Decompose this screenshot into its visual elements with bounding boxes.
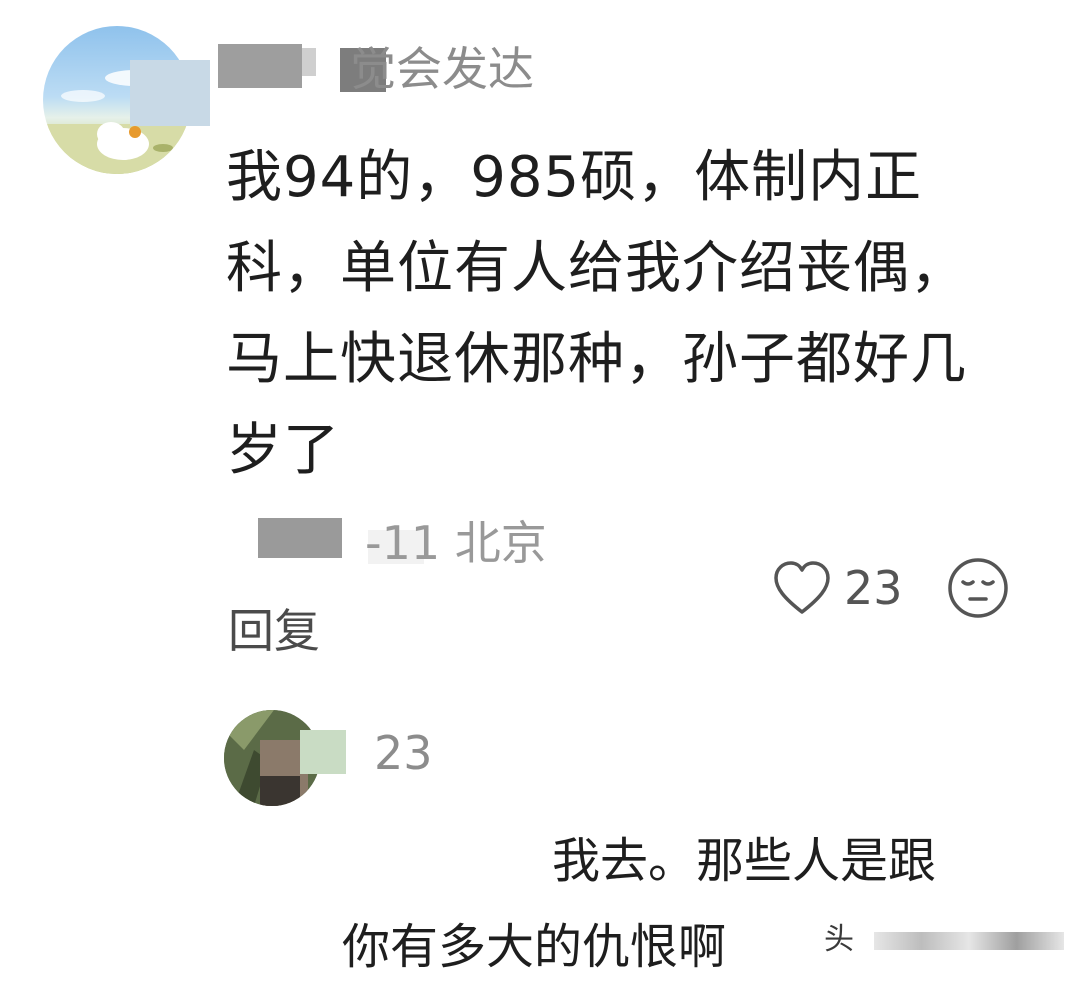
reply-line: 你有多大的仇恨啊	[342, 919, 727, 975]
sleepy-face-icon	[948, 558, 1008, 618]
censor-block	[130, 60, 210, 126]
comment-thread: 觉会发达 我94的，985硕，体制内正 科，单位有人给我介绍丧偶， 马上快退休那…	[0, 0, 1080, 982]
comment-line: 科，单位有人给我介绍丧偶，	[226, 236, 967, 301]
watermark-censor	[873, 931, 1064, 950]
censor-block	[302, 48, 316, 76]
comment-line: 我94的，985硕，体制内正	[226, 145, 923, 210]
emoji-reaction-button[interactable]	[946, 556, 1010, 620]
comment-line: 马上快退休那种，孙子都好几	[226, 327, 967, 392]
watermark-text: 头	[824, 922, 854, 957]
comment-body: 我94的，985硕，体制内正 科，单位有人给我介绍丧偶， 马上快退休那种，孙子都…	[226, 132, 1026, 496]
heart-outline-icon	[774, 561, 830, 614]
like-button[interactable]: 23	[772, 556, 903, 620]
reply-button[interactable]: 回复	[228, 600, 320, 662]
watermark: 头	[824, 918, 1064, 962]
censor-block	[258, 518, 342, 558]
censor-block	[300, 730, 346, 774]
reply-username[interactable]: 23	[374, 722, 433, 784]
commenter-username[interactable]: 觉会发达	[350, 38, 534, 100]
censor-block	[218, 44, 302, 88]
reply-line: 我去。那些人是跟	[552, 833, 937, 889]
comment-line: 岁了	[226, 418, 340, 483]
like-count: 23	[844, 561, 903, 615]
comment-date-location: -11 北京	[365, 516, 547, 570]
